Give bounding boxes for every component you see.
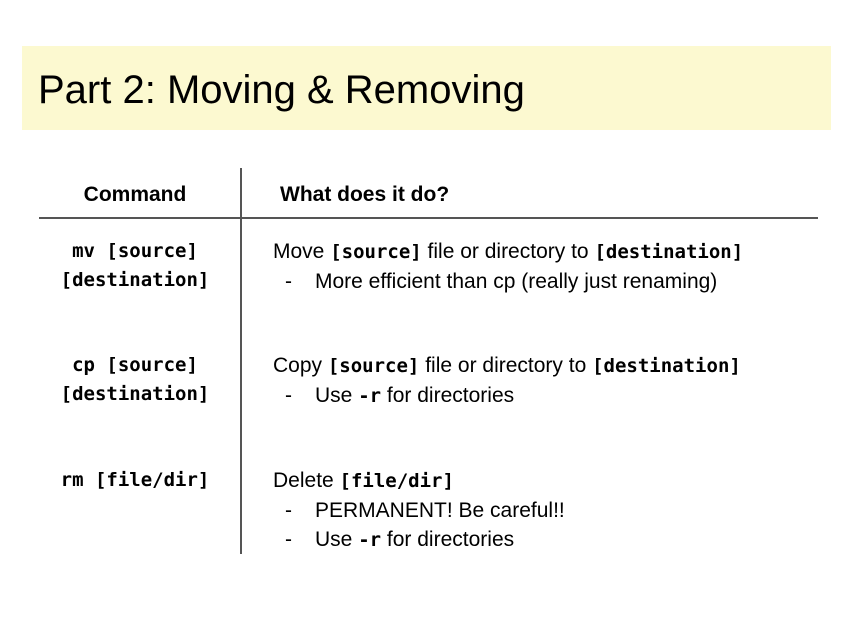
- bullet-item: - Use -r for directories: [273, 381, 741, 411]
- code-text: [source]: [330, 241, 422, 263]
- command-text: rm [file/dir]: [60, 469, 210, 491]
- description-cell-mv: Move [source] file or directory to [dest…: [273, 237, 743, 296]
- bullet-item: - PERMANENT! Be careful!!: [273, 496, 565, 525]
- command-text: cp [source]: [72, 354, 198, 376]
- bullet-dash: -: [285, 499, 292, 522]
- description-text: Delete: [273, 469, 340, 492]
- code-text: [source]: [327, 355, 420, 377]
- description-cell-cp: Copy [source] file or directory to [dest…: [273, 351, 741, 411]
- description-text: file or directory to: [421, 240, 595, 263]
- bullet-text: Use: [315, 528, 359, 551]
- description-line: Copy [source] file or directory to [dest…: [273, 351, 741, 381]
- command-text: mv [source]: [72, 240, 198, 262]
- code-text: [destination]: [592, 355, 741, 377]
- bullet-text: for directories: [381, 384, 515, 407]
- command-cell-cp: cp [source] [destination]: [40, 351, 230, 409]
- command-cell-rm: rm [file/dir]: [40, 466, 230, 495]
- command-text: [destination]: [60, 383, 210, 405]
- bullet-text: Use: [315, 384, 359, 407]
- column-header-command: Command: [83, 183, 187, 206]
- description-text: Move: [273, 240, 331, 263]
- title-banner: Part 2: Moving & Removing: [22, 46, 831, 130]
- slide-title: Part 2: Moving & Removing: [38, 68, 525, 112]
- header-rule: [39, 217, 818, 219]
- description-text: file or directory to: [419, 354, 593, 377]
- code-text: -r: [358, 385, 382, 407]
- command-text: [destination]: [60, 269, 210, 291]
- code-text: [destination]: [594, 241, 744, 263]
- bullet-dash: -: [285, 528, 292, 551]
- bullet-text: PERMANENT! Be careful!!: [315, 499, 565, 522]
- description-line: Delete [file/dir]: [273, 466, 565, 496]
- bullet-text: More efficient than cp (really just rena…: [315, 270, 718, 293]
- column-header-description: What does it do?: [280, 183, 450, 206]
- bullet-dash: -: [285, 270, 292, 293]
- column-divider: [240, 168, 242, 554]
- bullet-item: - More efficient than cp (really just ren…: [273, 267, 743, 296]
- bullet-item: - Use -r for directories: [273, 525, 565, 555]
- description-line: Move [source] file or directory to [dest…: [273, 237, 743, 267]
- code-text: -r: [358, 529, 382, 551]
- code-text: [file/dir]: [339, 470, 454, 492]
- bullet-dash: -: [285, 384, 292, 407]
- command-cell-mv: mv [source] [destination]: [40, 237, 230, 295]
- description-text: Copy: [273, 354, 328, 377]
- description-cell-rm: Delete [file/dir] - PERMANENT! Be careful…: [273, 466, 565, 555]
- bullet-text: for directories: [381, 528, 515, 551]
